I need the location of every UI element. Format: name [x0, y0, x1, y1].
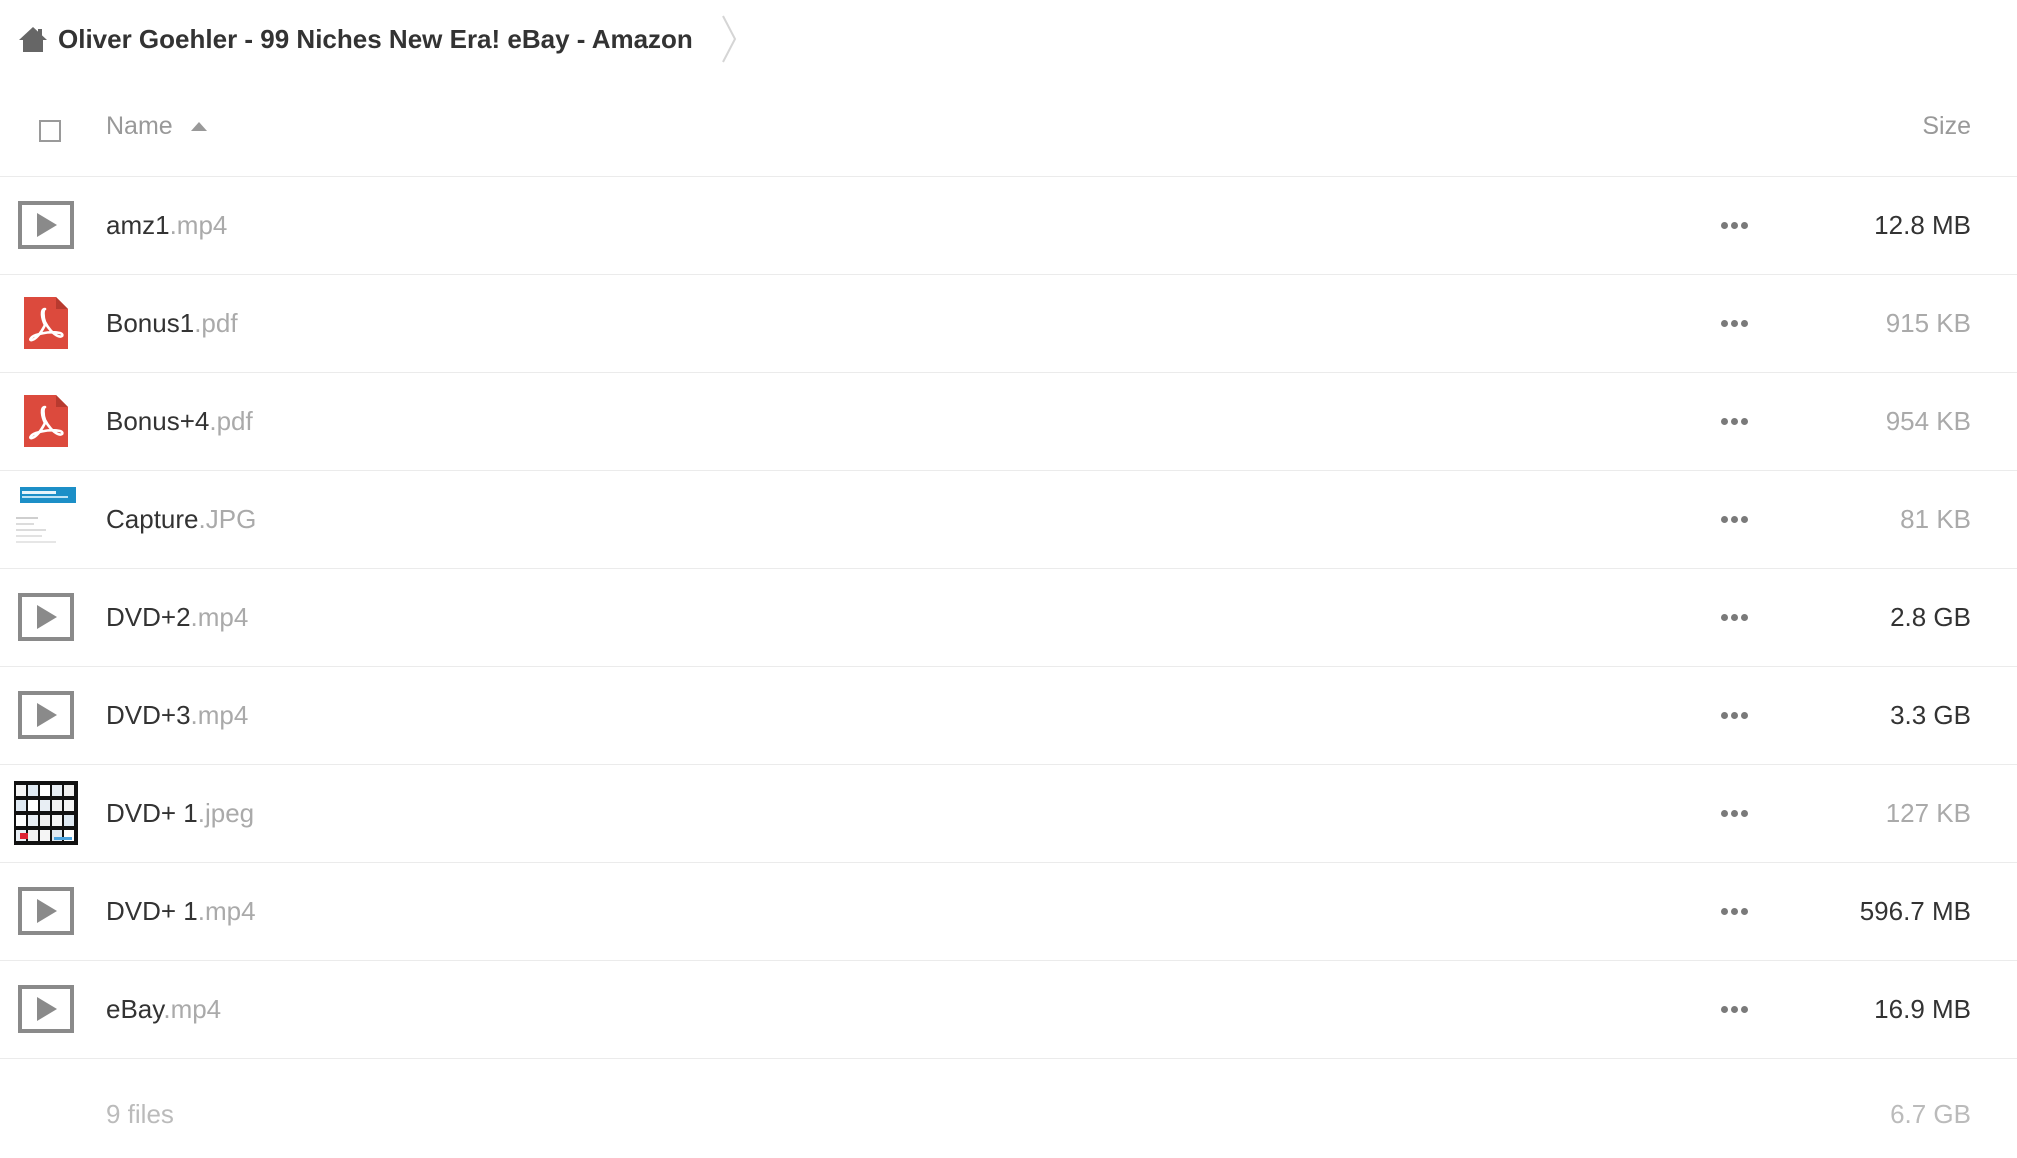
file-row[interactable]: DVD+ 1.mp4 596.7 MB: [0, 863, 2017, 961]
file-row[interactable]: Capture.JPG 81 KB: [0, 471, 2017, 569]
file-size: 954 KB: [1885, 406, 1971, 436]
file-row[interactable]: amz1.mp4 12.8 MB: [0, 177, 2017, 275]
file-name[interactable]: DVD+ 1.jpeg: [106, 765, 254, 862]
file-row[interactable]: Bonus1.pdf 915 KB: [0, 275, 2017, 373]
file-row[interactable]: Bonus+4.pdf 954 KB: [0, 373, 2017, 471]
file-size: 2.8 GB: [1890, 602, 1971, 632]
file-size: 16.9 MB: [1874, 994, 1971, 1024]
size-column-header[interactable]: Size: [1922, 112, 1971, 141]
file-row[interactable]: DVD+ 1.jpeg 127 KB: [0, 765, 2017, 863]
file-name[interactable]: Bonus1.pdf: [106, 275, 238, 372]
breadcrumb-separator-icon: [721, 12, 737, 66]
breadcrumb-folder-label[interactable]: Oliver Goehler - 99 Niches New Era! eBay…: [58, 24, 693, 55]
more-actions-icon[interactable]: [1716, 207, 1752, 243]
file-summary: 9 files 6.7 GB: [0, 1085, 2017, 1155]
video-icon[interactable]: [14, 683, 78, 747]
more-actions-icon[interactable]: [1716, 501, 1752, 537]
file-basename: eBay: [106, 994, 164, 1024]
name-column-label: Name: [106, 112, 173, 140]
video-icon[interactable]: [14, 585, 78, 649]
more-actions-icon[interactable]: [1716, 991, 1752, 1027]
total-size: 6.7 GB: [1890, 1099, 1971, 1129]
video-icon[interactable]: [14, 977, 78, 1041]
file-list: amz1.mp4 12.8 MB Bonus1.pdf 915 KB Bonus+4.p…: [0, 177, 2017, 1059]
file-extension: .pdf: [194, 308, 238, 338]
file-size: 3.3 GB: [1890, 700, 1971, 730]
home-icon[interactable]: [18, 24, 48, 54]
file-size: 81 KB: [1900, 504, 1971, 534]
more-actions-icon[interactable]: [1716, 305, 1752, 341]
file-basename: amz1: [106, 210, 170, 240]
pdf-icon[interactable]: [14, 389, 78, 453]
image-thumbnail[interactable]: [14, 781, 78, 845]
file-size: 127 KB: [1885, 798, 1971, 828]
more-actions-icon[interactable]: [1716, 795, 1752, 831]
sort-ascending-icon: [190, 122, 207, 131]
file-extension: .jpeg: [197, 798, 255, 828]
more-actions-icon[interactable]: [1716, 893, 1752, 929]
file-name[interactable]: Capture.JPG: [106, 471, 256, 568]
file-extension: .mp4: [190, 602, 249, 632]
image-thumbnail[interactable]: [14, 487, 78, 551]
file-name[interactable]: Bonus+4.pdf: [106, 373, 253, 470]
file-size: 596.7 MB: [1859, 896, 1971, 926]
file-basename: DVD+3: [106, 700, 191, 730]
more-actions-icon[interactable]: [1716, 697, 1752, 733]
file-name[interactable]: DVD+2.mp4: [106, 569, 248, 666]
more-actions-icon[interactable]: [1716, 599, 1752, 635]
file-extension: .JPG: [198, 504, 257, 534]
pdf-icon[interactable]: [14, 291, 78, 355]
file-basename: DVD+2: [106, 602, 191, 632]
more-actions-icon[interactable]: [1716, 403, 1752, 439]
file-name[interactable]: amz1.mp4: [106, 177, 227, 274]
breadcrumb: Oliver Goehler - 99 Niches New Era! eBay…: [18, 12, 737, 66]
video-icon[interactable]: [14, 193, 78, 257]
file-extension: .mp4: [169, 210, 228, 240]
file-basename: DVD+ 1: [106, 896, 198, 926]
file-extension: .mp4: [190, 700, 249, 730]
file-basename: Bonus1: [106, 308, 195, 338]
file-name[interactable]: DVD+3.mp4: [106, 667, 248, 764]
file-size: 12.8 MB: [1874, 210, 1971, 240]
file-extension: .pdf: [209, 406, 253, 436]
file-row[interactable]: DVD+3.mp4 3.3 GB: [0, 667, 2017, 765]
file-list-header: Name Size: [0, 90, 2017, 177]
file-basename: Capture: [106, 504, 199, 534]
file-count: 9 files: [106, 1099, 174, 1129]
file-row[interactable]: eBay.mp4 16.9 MB: [0, 961, 2017, 1059]
file-name[interactable]: DVD+ 1.mp4: [106, 863, 256, 960]
file-basename: DVD+ 1: [106, 798, 198, 828]
sort-by-name-header[interactable]: Name: [106, 112, 207, 141]
select-all-checkbox[interactable]: [39, 120, 61, 142]
file-extension: .mp4: [197, 896, 256, 926]
file-basename: Bonus+4: [106, 406, 210, 436]
file-extension: .mp4: [163, 994, 222, 1024]
file-size: 915 KB: [1885, 308, 1971, 338]
file-row[interactable]: DVD+2.mp4 2.8 GB: [0, 569, 2017, 667]
video-icon[interactable]: [14, 879, 78, 943]
file-name[interactable]: eBay.mp4: [106, 961, 221, 1058]
